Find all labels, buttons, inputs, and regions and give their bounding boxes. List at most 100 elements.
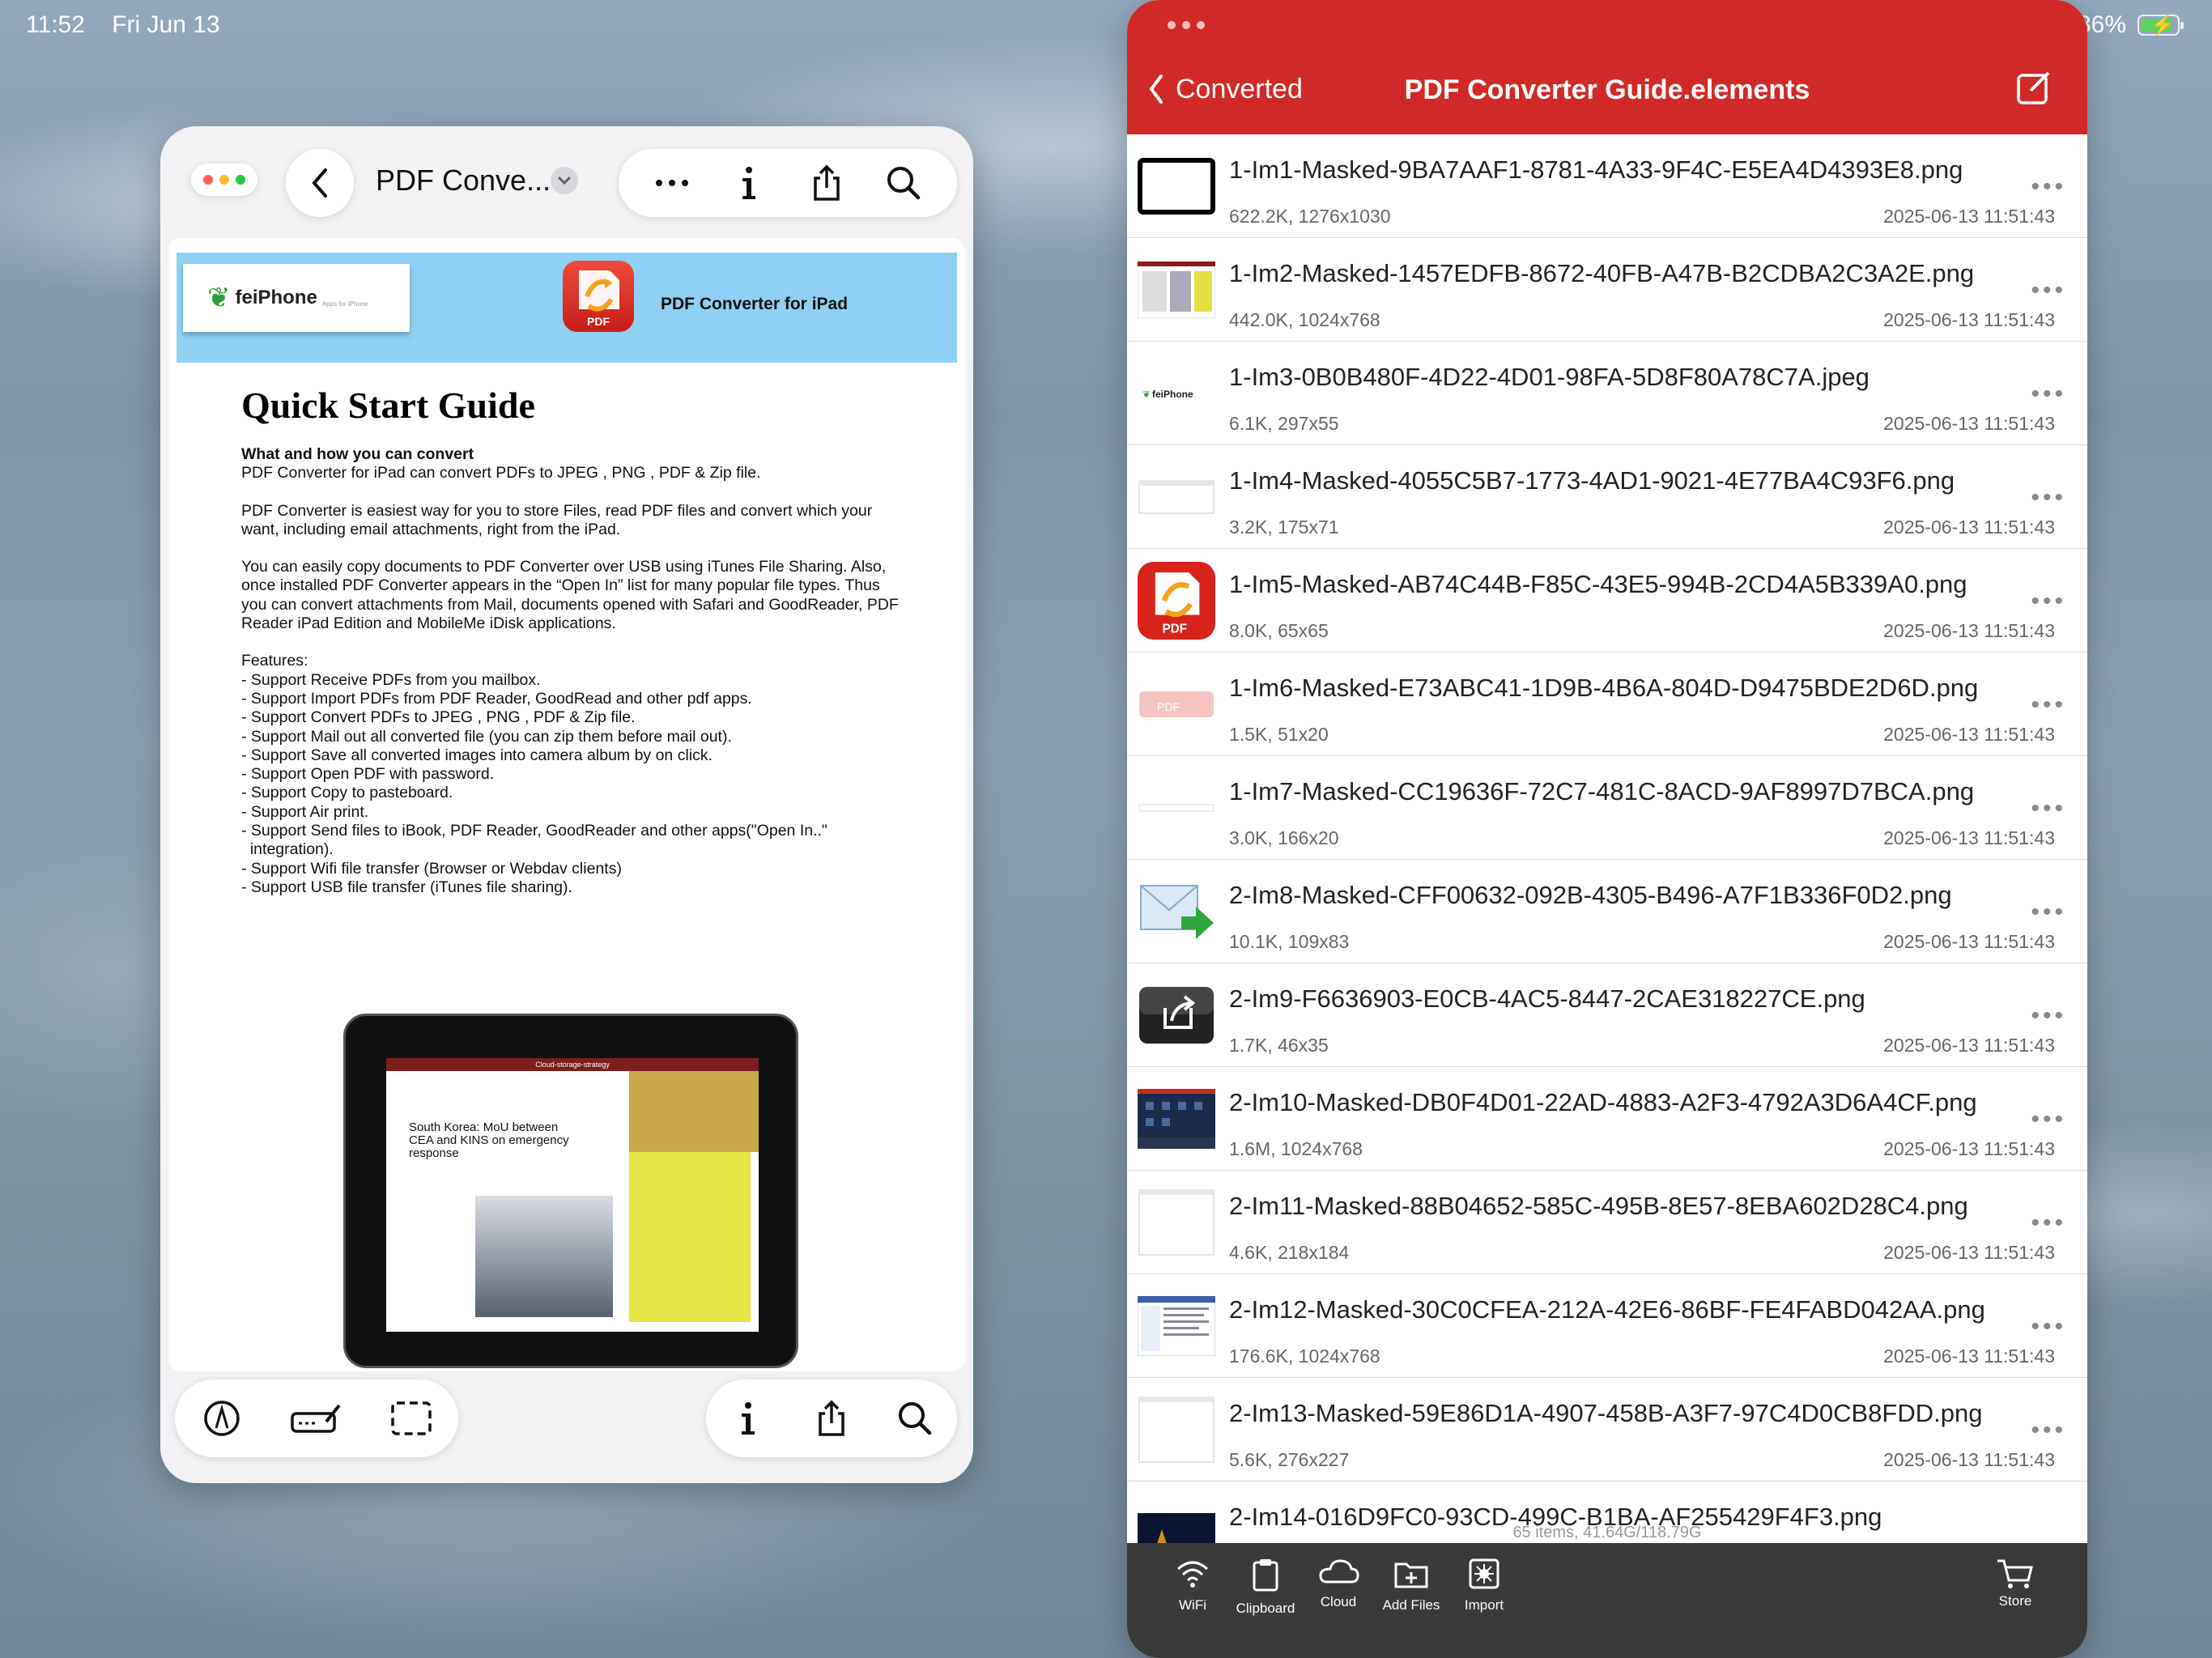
document-title[interactable]: PDF Conve... bbox=[376, 164, 551, 198]
file-more-button[interactable]: ••• bbox=[2031, 484, 2066, 512]
search-icon bbox=[887, 167, 921, 200]
import-icon bbox=[1468, 1558, 1500, 1597]
add-files-icon bbox=[1393, 1558, 1429, 1597]
toolbar-clipboard-button[interactable]: Clipboard bbox=[1229, 1558, 1302, 1617]
file-row[interactable]: 2-Im11-Masked-88B04652-585C-495B-8E57-8E… bbox=[1127, 1171, 2087, 1274]
window-controls[interactable] bbox=[191, 164, 257, 196]
file-row[interactable]: 2-Im10-Masked-DB0F4D01-22AD-4883-A2F3-47… bbox=[1127, 1067, 2087, 1171]
file-name: 1-Im6-Masked-E73ABC41-1D9B-4B6A-804D-D94… bbox=[1229, 674, 1979, 702]
viewer-toolbar: PDF Conve... bbox=[160, 126, 973, 240]
ipad-headline: South Korea: MoU between CEA and KINS on… bbox=[409, 1120, 569, 1160]
pdf-header-title: PDF Converter for iPad bbox=[661, 295, 849, 313]
feature-item: - Support Send files to iBook, PDF Reade… bbox=[241, 822, 827, 859]
folder-title: PDF Converter Guide.elements bbox=[1404, 74, 1810, 105]
file-thumbnail bbox=[1137, 1292, 1216, 1360]
store-button[interactable]: Store bbox=[1979, 1558, 2052, 1609]
file-size: 1.6M, 1024x768 bbox=[1229, 1138, 1363, 1159]
pdf-page[interactable]: ❦ feiPhone Apps for iPhone PDF PDF Conve… bbox=[168, 238, 965, 1371]
file-row[interactable]: 1-Im7-Masked-CC19636F-72C7-481C-8ACD-9AF… bbox=[1127, 756, 2087, 860]
toolbar-wifi-button[interactable]: WiFi bbox=[1156, 1558, 1229, 1613]
file-more-button[interactable]: ••• bbox=[2031, 691, 2066, 719]
markup-button[interactable] bbox=[194, 1390, 250, 1447]
pdf-features: Features: - Support Receive PDFs from yo… bbox=[241, 652, 905, 897]
file-row[interactable]: 2-Im9-F6636903-E0CB-4AC5-8447-2CAE318227… bbox=[1127, 963, 2087, 1067]
back-button[interactable] bbox=[286, 149, 354, 217]
toolbar-import-button[interactable]: Import bbox=[1448, 1558, 1521, 1613]
file-row[interactable]: 2-Im8-Masked-CFF00632-092B-4305-B496-A7F… bbox=[1127, 860, 2087, 963]
clipboard-icon bbox=[1249, 1558, 1282, 1601]
zoom-dot[interactable] bbox=[236, 175, 245, 185]
close-dot[interactable] bbox=[203, 175, 213, 185]
dashed-selection-icon bbox=[390, 1401, 432, 1435]
bottom-share-button[interactable] bbox=[803, 1390, 860, 1447]
window-grabber[interactable] bbox=[1168, 21, 1224, 34]
svg-text:PDF: PDF bbox=[1163, 622, 1188, 636]
file-name: 1-Im5-Masked-AB74C44B-F85C-43E5-994B-2CD… bbox=[1229, 570, 1967, 598]
select-button[interactable] bbox=[383, 1390, 440, 1447]
file-name: 1-Im7-Masked-CC19636F-72C7-481C-8ACD-9AF… bbox=[1229, 777, 1975, 806]
file-row[interactable]: 2-Im12-Masked-30C0CFEA-212A-42E6-86BF-FE… bbox=[1127, 1274, 2087, 1378]
file-more-button[interactable]: ••• bbox=[2031, 1209, 2066, 1237]
file-thumbnail bbox=[1137, 1188, 1216, 1256]
feature-item: - Support Save all converted images into… bbox=[241, 746, 713, 764]
bottom-search-button[interactable] bbox=[887, 1390, 943, 1447]
ellipsis-icon bbox=[655, 180, 688, 186]
toolbar-cloud-button[interactable]: Cloud bbox=[1302, 1558, 1375, 1610]
viewer-actions bbox=[619, 149, 957, 217]
file-date: 2025-06-13 11:51:43 bbox=[1883, 931, 2055, 952]
svg-text:❦: ❦ bbox=[1142, 389, 1151, 400]
battery-icon: ⚡ bbox=[2138, 15, 2184, 36]
file-more-button[interactable]: ••• bbox=[2031, 1002, 2066, 1030]
file-row[interactable]: ❦ feiPhone 1-Im3-0B0B480F-4D22-4D01-98FA-… bbox=[1127, 342, 2087, 445]
minimize-dot[interactable] bbox=[219, 175, 229, 185]
title-menu-button[interactable] bbox=[551, 167, 578, 194]
file-row[interactable]: 1-Im1-Masked-9BA7AAF1-8781-4A33-9F4C-E5E… bbox=[1127, 134, 2087, 238]
file-date: 2025-06-13 11:51:43 bbox=[1883, 1035, 2055, 1056]
more-button[interactable] bbox=[644, 155, 700, 211]
file-more-button[interactable]: ••• bbox=[2031, 795, 2066, 823]
bottom-toolbar: Store WiFi Clipboard Cloud Add Files Import bbox=[1127, 1543, 2087, 1658]
file-more-button[interactable]: ••• bbox=[2031, 899, 2066, 926]
file-size: 1.5K, 51x20 bbox=[1229, 724, 1329, 745]
file-thumbnail bbox=[1137, 463, 1216, 531]
form-fill-button[interactable] bbox=[288, 1390, 345, 1447]
file-more-button[interactable]: ••• bbox=[2031, 1313, 2066, 1341]
navigation-bar: Converted PDF Converter Guide.elements bbox=[1127, 0, 2087, 134]
edit-button[interactable] bbox=[2016, 68, 2053, 109]
feiphone-logo: ❦ feiPhone Apps for iPhone bbox=[183, 264, 410, 332]
file-more-button[interactable]: ••• bbox=[2031, 588, 2066, 615]
info-button[interactable] bbox=[721, 155, 777, 211]
feature-item: - Support Receive PDFs from you mailbox. bbox=[241, 670, 541, 689]
file-name: 2-Im9-F6636903-E0CB-4AC5-8447-2CAE318227… bbox=[1229, 984, 1865, 1013]
toolbar-label: Import bbox=[1464, 1597, 1504, 1613]
ipad-screen: Cloud-storage-strategy South Korea: MoU … bbox=[386, 1058, 759, 1332]
file-more-button[interactable]: ••• bbox=[2031, 277, 2066, 304]
file-row[interactable]: PDF 1-Im6-Masked-E73ABC41-1D9B-4B6A-804D… bbox=[1127, 653, 2087, 756]
file-row[interactable]: 1-Im4-Masked-4055C5B7-1773-4AD1-9021-4E7… bbox=[1127, 445, 2087, 549]
file-row[interactable]: PDF 1-Im5-Masked-AB74C44B-F85C-43E5-994B… bbox=[1127, 549, 2087, 653]
file-date: 2025-06-13 11:51:43 bbox=[1883, 309, 2055, 330]
file-list[interactable]: 1-Im1-Masked-9BA7AAF1-8781-4A33-9F4C-E5E… bbox=[1127, 134, 2087, 1543]
file-thumbnail: ❦ feiPhone bbox=[1137, 359, 1216, 427]
toolbar-add-files-button[interactable]: Add Files bbox=[1375, 1558, 1448, 1613]
search-button[interactable] bbox=[875, 155, 932, 211]
pdf-app-icon: PDF bbox=[563, 261, 634, 332]
features-title: Features: bbox=[241, 652, 308, 670]
file-row[interactable]: 2-Im13-Masked-59E86D1A-4907-458B-A3F7-97… bbox=[1127, 1378, 2087, 1482]
file-more-button[interactable]: ••• bbox=[2031, 1106, 2066, 1133]
file-size: 3.2K, 175x71 bbox=[1229, 517, 1339, 538]
file-more-button[interactable]: ••• bbox=[2031, 380, 2066, 408]
toolbar-label: WiFi bbox=[1179, 1597, 1206, 1613]
file-size: 622.2K, 1276x1030 bbox=[1229, 206, 1391, 227]
share-button[interactable] bbox=[798, 155, 855, 211]
file-size: 6.1K, 297x55 bbox=[1229, 413, 1339, 434]
bottom-info-button[interactable] bbox=[720, 1390, 776, 1447]
share-icon bbox=[814, 164, 840, 201]
file-more-button[interactable]: ••• bbox=[2031, 173, 2066, 201]
file-row[interactable]: 1-Im2-Masked-1457EDFB-8672-40FB-A47B-B2C… bbox=[1127, 238, 2087, 342]
file-size: 1.7K, 46x35 bbox=[1229, 1035, 1329, 1056]
feature-item: - Support Wifi file transfer (Browser or… bbox=[241, 859, 622, 878]
pdf-heading: Quick Start Guide bbox=[241, 385, 535, 426]
file-more-button[interactable]: ••• bbox=[2031, 1417, 2066, 1444]
file-size: 8.0K, 65x65 bbox=[1229, 620, 1329, 641]
